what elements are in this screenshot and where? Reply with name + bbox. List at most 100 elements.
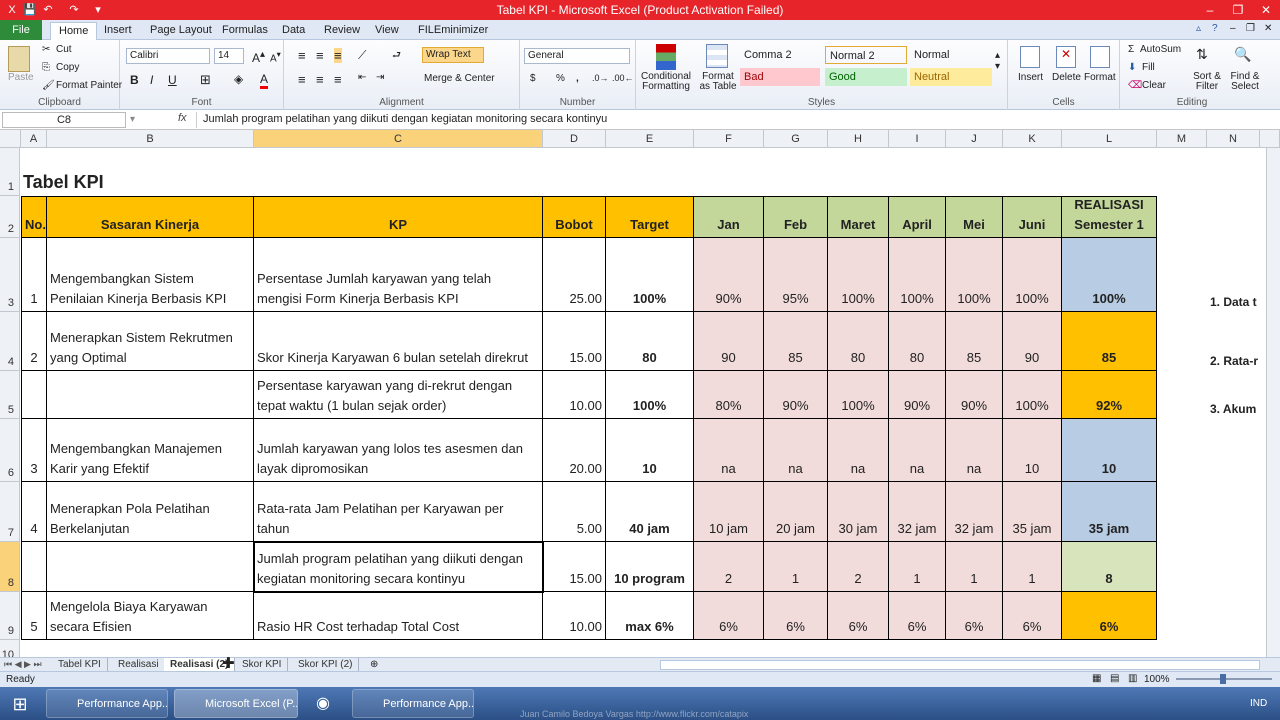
taskbar-item[interactable]: Performance App... bbox=[352, 689, 474, 718]
header-juni[interactable]: Juni bbox=[1003, 196, 1062, 238]
row-header[interactable]: 8 bbox=[0, 542, 20, 592]
row-header[interactable]: 5 bbox=[0, 371, 20, 419]
cell-kp[interactable]: Persentase Jumlah karyawan yang telah me… bbox=[254, 238, 543, 312]
taskbar-item[interactable]: Performance App... bbox=[46, 689, 168, 718]
cell-kp[interactable]: Persentase karyawan yang di-rekrut denga… bbox=[254, 371, 543, 419]
conditional-formatting-button[interactable]: Conditional Formatting bbox=[638, 72, 694, 92]
header-sasaran[interactable]: Sasaran Kinerja bbox=[47, 196, 254, 238]
side-note[interactable]: 3. Akum bbox=[1210, 402, 1256, 416]
cell-month[interactable]: 35 jam bbox=[1003, 482, 1062, 542]
column-header[interactable]: L bbox=[1062, 130, 1157, 148]
cell-sasaran[interactable]: Menerapkan Sistem Rekrutmen yang Optimal bbox=[47, 312, 254, 371]
tab-view[interactable]: View bbox=[367, 22, 407, 40]
fill-icon[interactable]: ⬇ bbox=[1128, 62, 1136, 73]
vertical-scrollbar[interactable] bbox=[1266, 148, 1280, 657]
tab-review[interactable]: Review bbox=[316, 22, 368, 40]
column-header[interactable]: C bbox=[254, 130, 543, 148]
sheet-tab[interactable]: Skor KPI (2) bbox=[292, 658, 360, 672]
column-header[interactable]: D bbox=[543, 130, 606, 148]
cell-sasaran[interactable]: Mengelola Biaya Karyawan secara Efisien bbox=[47, 592, 254, 640]
cell-month[interactable]: 6% bbox=[1003, 592, 1062, 640]
cell-month[interactable]: 100% bbox=[1003, 238, 1062, 312]
cell-month[interactable]: na bbox=[764, 419, 828, 482]
align-center-icon[interactable]: ≡ bbox=[316, 72, 324, 87]
restore-icon[interactable]: ❐ bbox=[1224, 0, 1252, 20]
cut-button[interactable]: Cut bbox=[56, 44, 72, 55]
clear-button[interactable]: Clear bbox=[1142, 80, 1166, 91]
cell-sasaran[interactable] bbox=[47, 542, 254, 592]
column-header[interactable]: M bbox=[1157, 130, 1207, 148]
tab-home[interactable]: Home bbox=[50, 22, 98, 41]
format-cells-button[interactable]: Format bbox=[1084, 72, 1116, 83]
column-header[interactable]: N bbox=[1207, 130, 1260, 148]
firefox-icon[interactable]: ◉ bbox=[306, 691, 340, 717]
cell-month[interactable]: 80 bbox=[889, 312, 946, 371]
cell-target[interactable]: max 6% bbox=[606, 592, 694, 640]
taskbar-item-excel[interactable]: Microsoft Excel (P... bbox=[174, 689, 298, 718]
cell-month[interactable]: 32 jam bbox=[889, 482, 946, 542]
cell-target[interactable]: 100% bbox=[606, 371, 694, 419]
cell-no[interactable] bbox=[21, 371, 47, 419]
cell-kp[interactable]: Rata-rata Jam Pelatihan per Karyawan per… bbox=[254, 482, 543, 542]
style-normal[interactable]: Normal bbox=[910, 46, 992, 64]
autosum-button[interactable]: AutoSum bbox=[1140, 44, 1181, 55]
cell-month[interactable]: 1 bbox=[764, 542, 828, 592]
cell-month[interactable]: 6% bbox=[889, 592, 946, 640]
column-header[interactable]: H bbox=[828, 130, 889, 148]
cell-month[interactable]: 20 jam bbox=[764, 482, 828, 542]
help-icon[interactable]: ? bbox=[1212, 23, 1218, 34]
cell-month[interactable]: 85 bbox=[764, 312, 828, 371]
cell-bobot[interactable]: 5.00 bbox=[543, 482, 606, 542]
wrap-text-button[interactable]: Wrap Text bbox=[422, 47, 484, 63]
sheet-title[interactable]: Tabel KPI bbox=[23, 172, 104, 193]
doc-minimize-icon[interactable]: – bbox=[1230, 23, 1236, 34]
cell-month[interactable]: 100% bbox=[1003, 371, 1062, 419]
cell-month[interactable]: na bbox=[828, 419, 889, 482]
insert-cells-icon[interactable] bbox=[1020, 46, 1040, 68]
doc-close-icon[interactable]: ✕ bbox=[1264, 23, 1272, 34]
cell-month[interactable]: 100% bbox=[946, 238, 1003, 312]
cell-bobot[interactable]: 10.00 bbox=[543, 371, 606, 419]
zoom-slider-thumb[interactable] bbox=[1220, 674, 1226, 684]
currency-icon[interactable]: $ bbox=[530, 73, 536, 84]
autosum-icon[interactable]: Σ bbox=[1128, 44, 1134, 55]
cell-target[interactable]: 80 bbox=[606, 312, 694, 371]
sheet-tab[interactable]: Skor KPI bbox=[236, 658, 289, 672]
tab-fileminimizer[interactable]: FILEminimizer bbox=[410, 22, 496, 40]
row-header[interactable]: 2 bbox=[0, 196, 20, 238]
cell-month[interactable]: 6% bbox=[828, 592, 889, 640]
cell-month[interactable]: 32 jam bbox=[946, 482, 1003, 542]
cell-month[interactable]: 10 bbox=[1003, 419, 1062, 482]
cell-month[interactable]: 90% bbox=[764, 371, 828, 419]
language-indicator[interactable]: IND bbox=[1250, 698, 1267, 709]
cell-month[interactable]: 1 bbox=[1003, 542, 1062, 592]
align-middle-icon[interactable]: ≡ bbox=[316, 48, 324, 63]
cell-target[interactable]: 10 program bbox=[606, 542, 694, 592]
number-format-select[interactable]: General bbox=[524, 48, 630, 64]
comma-icon[interactable]: , bbox=[576, 73, 579, 84]
column-header[interactable]: G bbox=[764, 130, 828, 148]
cell-month[interactable]: 80% bbox=[694, 371, 764, 419]
style-normal-2[interactable]: Normal 2 bbox=[825, 46, 907, 64]
row-header[interactable]: 7 bbox=[0, 482, 20, 542]
cell-sasaran[interactable]: Menerapkan Pola Pelatihan Berkelanjutan bbox=[47, 482, 254, 542]
cell-month[interactable]: 1 bbox=[946, 542, 1003, 592]
align-left-icon[interactable]: ≡ bbox=[298, 72, 306, 87]
paste-icon[interactable] bbox=[8, 46, 30, 72]
cell-realisasi[interactable]: 8 bbox=[1062, 542, 1157, 592]
cell-month[interactable]: 6% bbox=[694, 592, 764, 640]
insert-function-icon[interactable]: fx bbox=[178, 112, 187, 124]
cell-month[interactable]: 6% bbox=[946, 592, 1003, 640]
header-april[interactable]: April bbox=[889, 196, 946, 238]
cell-no[interactable] bbox=[21, 542, 47, 592]
italic-icon[interactable]: I bbox=[150, 73, 153, 87]
cell-month[interactable]: 90 bbox=[1003, 312, 1062, 371]
insert-cells-button[interactable]: Insert bbox=[1018, 72, 1043, 83]
find-select-icon[interactable]: 🔍 bbox=[1234, 46, 1251, 63]
cell-month[interactable]: 10 jam bbox=[694, 482, 764, 542]
row-header[interactable]: 9 bbox=[0, 592, 20, 640]
cell-bobot[interactable]: 10.00 bbox=[543, 592, 606, 640]
header-kp[interactable]: KP bbox=[254, 196, 543, 238]
shrink-font-icon[interactable]: A▾ bbox=[270, 49, 281, 64]
column-header[interactable]: A bbox=[21, 130, 47, 148]
